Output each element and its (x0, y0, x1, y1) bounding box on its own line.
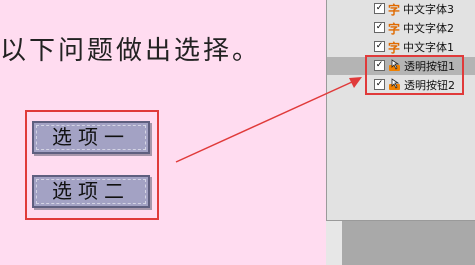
annotation-arrow (175, 77, 362, 163)
